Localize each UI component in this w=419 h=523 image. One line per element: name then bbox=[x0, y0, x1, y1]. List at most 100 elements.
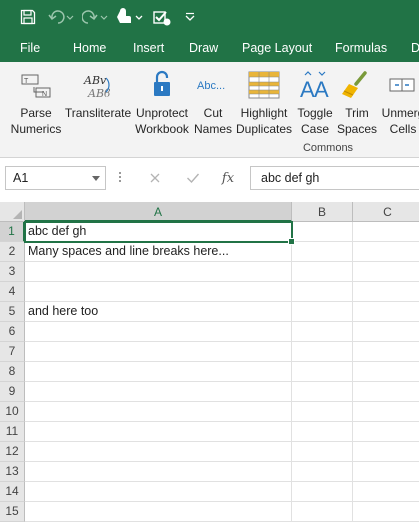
insert-function-button[interactable]: fx bbox=[215, 166, 241, 190]
customize-qat-icon[interactable] bbox=[180, 0, 200, 34]
unprotect-workbook-button[interactable]: Unprotect Workbook bbox=[132, 62, 192, 142]
cell-b2[interactable] bbox=[292, 242, 353, 262]
cell-a13[interactable] bbox=[25, 462, 292, 482]
row-header[interactable]: 13 bbox=[0, 462, 25, 482]
cell-c4[interactable] bbox=[353, 282, 419, 302]
transliterate-label: Transliterate bbox=[64, 106, 132, 120]
row-header[interactable]: 3 bbox=[0, 262, 25, 282]
row-header[interactable]: 4 bbox=[0, 282, 25, 302]
cell-a5[interactable]: and here too bbox=[25, 302, 292, 322]
formula-input[interactable]: abc def gh bbox=[250, 166, 419, 190]
cell-b6[interactable] bbox=[292, 322, 353, 342]
tab-formulas[interactable]: Formulas bbox=[335, 41, 387, 55]
active-cell[interactable]: abc def gh bbox=[24, 221, 295, 245]
undo-icon[interactable] bbox=[46, 0, 76, 34]
svg-text:ABv: ABv bbox=[83, 74, 107, 87]
formula-bar-resize-handle[interactable] bbox=[118, 170, 122, 186]
cell-a14[interactable] bbox=[25, 482, 292, 502]
transliterate-button[interactable]: ABv ΑΒϐ Transliterate bbox=[64, 62, 132, 142]
cell-b9[interactable] bbox=[292, 382, 353, 402]
cell-a4[interactable] bbox=[25, 282, 292, 302]
cell-c14[interactable] bbox=[353, 482, 419, 502]
cell-b13[interactable] bbox=[292, 462, 353, 482]
column-header-b[interactable]: B bbox=[292, 202, 353, 222]
cell-b15[interactable] bbox=[292, 502, 353, 522]
name-box[interactable]: A1 bbox=[5, 166, 106, 190]
cell-c1[interactable] bbox=[353, 222, 419, 242]
checklist-icon[interactable] bbox=[150, 0, 174, 34]
cell-b8[interactable] bbox=[292, 362, 353, 382]
name-box-value: A1 bbox=[13, 171, 29, 185]
toggle-case-button[interactable]: AA Toggle Case bbox=[294, 62, 336, 142]
svg-text:Abc...: Abc... bbox=[197, 80, 225, 92]
cell-c2[interactable] bbox=[353, 242, 419, 262]
highlight-duplicates-button[interactable]: Highlight Duplicates bbox=[234, 62, 294, 142]
cell-b7[interactable] bbox=[292, 342, 353, 362]
touch-mode-icon[interactable] bbox=[112, 0, 146, 34]
cell-a11[interactable] bbox=[25, 422, 292, 442]
toggle-case-icon: AA bbox=[299, 70, 331, 102]
select-all-button[interactable] bbox=[0, 202, 25, 222]
cancel-icon[interactable] bbox=[142, 166, 168, 190]
cell-a7[interactable] bbox=[25, 342, 292, 362]
cell-b5[interactable] bbox=[292, 302, 353, 322]
tab-file[interactable]: File bbox=[20, 41, 40, 55]
cell-c8[interactable] bbox=[353, 362, 419, 382]
cell-c15[interactable] bbox=[353, 502, 419, 522]
column-header-c[interactable]: C bbox=[353, 202, 419, 222]
cell-a8[interactable] bbox=[25, 362, 292, 382]
cell-a15[interactable] bbox=[25, 502, 292, 522]
unmerge-cells-button[interactable]: Unmerg Cells bbox=[378, 62, 419, 142]
redo-icon[interactable] bbox=[80, 0, 110, 34]
row-header[interactable]: 8 bbox=[0, 362, 25, 382]
cell-c13[interactable] bbox=[353, 462, 419, 482]
cell-b10[interactable] bbox=[292, 402, 353, 422]
row-header[interactable]: 2 bbox=[0, 242, 25, 262]
cell-b14[interactable] bbox=[292, 482, 353, 502]
chevron-down-icon[interactable] bbox=[92, 176, 100, 181]
cell-c3[interactable] bbox=[353, 262, 419, 282]
cell-a3[interactable] bbox=[25, 262, 292, 282]
parse-numerics-button[interactable]: TN Parse Numerics bbox=[8, 62, 64, 142]
cell-a10[interactable] bbox=[25, 402, 292, 422]
cell-b3[interactable] bbox=[292, 262, 353, 282]
enter-check-icon[interactable] bbox=[180, 166, 206, 190]
tab-insert[interactable]: Insert bbox=[133, 41, 164, 55]
cell-b11[interactable] bbox=[292, 422, 353, 442]
formula-input-value: abc def gh bbox=[261, 171, 320, 185]
row-header[interactable]: 12 bbox=[0, 442, 25, 462]
row-header[interactable]: 11 bbox=[0, 422, 25, 442]
cell-c11[interactable] bbox=[353, 422, 419, 442]
cell-c12[interactable] bbox=[353, 442, 419, 462]
tab-data[interactable]: D bbox=[411, 41, 419, 55]
cell-a6[interactable] bbox=[25, 322, 292, 342]
cell-a9[interactable] bbox=[25, 382, 292, 402]
row-header[interactable]: 1 bbox=[0, 222, 25, 242]
row-header[interactable]: 14 bbox=[0, 482, 25, 502]
tab-page-layout[interactable]: Page Layout bbox=[242, 41, 312, 55]
row-header[interactable]: 10 bbox=[0, 402, 25, 422]
cell-b1[interactable] bbox=[292, 222, 353, 242]
save-icon[interactable] bbox=[14, 0, 42, 34]
cell-c5[interactable] bbox=[353, 302, 419, 322]
row-header[interactable]: 5 bbox=[0, 302, 25, 322]
cell-c10[interactable] bbox=[353, 402, 419, 422]
trim-spaces-button[interactable]: Trim Spaces bbox=[336, 62, 378, 142]
tab-home[interactable]: Home bbox=[73, 41, 106, 55]
cell-b4[interactable] bbox=[292, 282, 353, 302]
svg-text:A: A bbox=[314, 77, 329, 100]
cell-c9[interactable] bbox=[353, 382, 419, 402]
trim-spaces-label: Trim Spaces bbox=[336, 106, 378, 136]
row-header[interactable]: 7 bbox=[0, 342, 25, 362]
cut-names-button[interactable]: Abc... Cut Names bbox=[192, 62, 234, 142]
tab-draw[interactable]: Draw bbox=[189, 41, 218, 55]
row-header[interactable]: 6 bbox=[0, 322, 25, 342]
column-header-a[interactable]: A bbox=[25, 202, 292, 222]
cell-a2[interactable]: Many spaces and line breaks here... bbox=[25, 242, 292, 262]
row-header[interactable]: 9 bbox=[0, 382, 25, 402]
row-header[interactable]: 15 bbox=[0, 502, 25, 522]
cell-c7[interactable] bbox=[353, 342, 419, 362]
cell-b12[interactable] bbox=[292, 442, 353, 462]
cell-a12[interactable] bbox=[25, 442, 292, 462]
cell-c6[interactable] bbox=[353, 322, 419, 342]
